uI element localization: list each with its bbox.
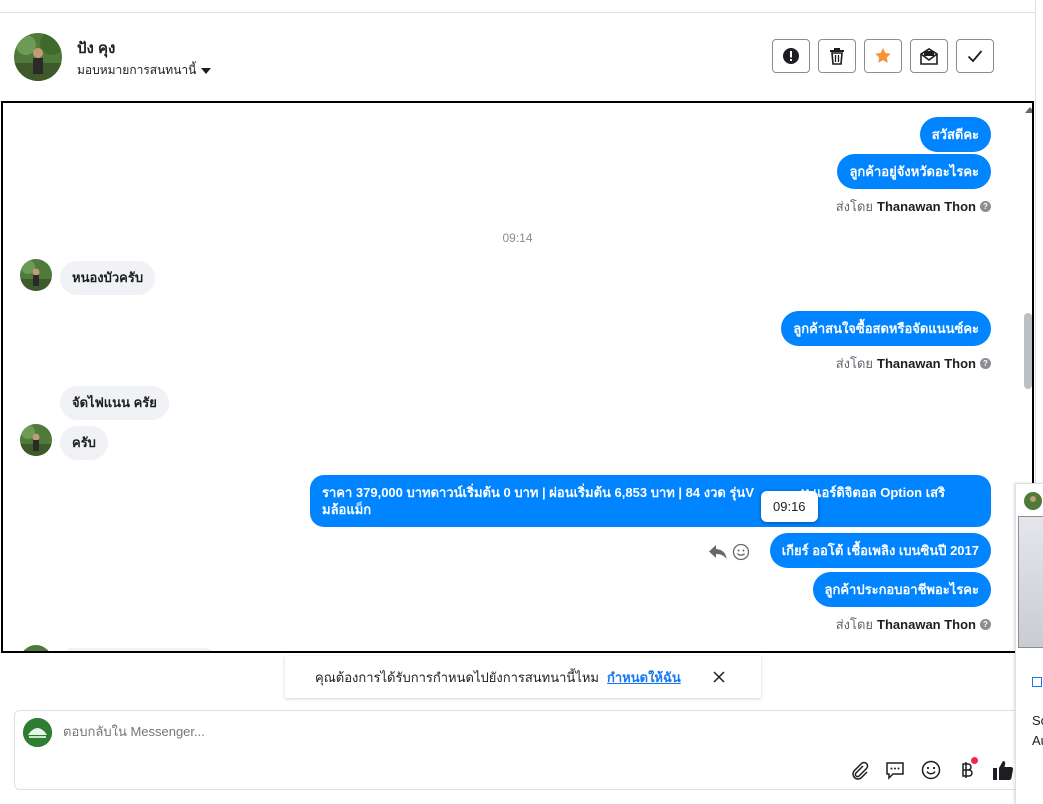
message-text: ราคา 379,000 บาทดาวน์เริ่มต้น 0 บาท | ผ่… xyxy=(322,485,754,500)
outgoing-message[interactable]: เกียร์ ออโต้ เชื้อเพลิง เบนซินปี 2017 xyxy=(769,533,991,568)
emoji-button[interactable] xyxy=(918,757,944,783)
side-text: So xyxy=(1032,713,1043,728)
help-icon[interactable]: ? xyxy=(980,619,991,630)
outgoing-message[interactable]: ลูกค้าอยู่จังหวัดอะไรคะ xyxy=(837,154,991,189)
thumbs-up-icon xyxy=(993,761,1014,781)
chat-bubble-icon xyxy=(886,762,904,780)
trash-icon xyxy=(830,48,844,65)
envelope-open-icon xyxy=(920,48,938,65)
contact-name: ปัง คุง xyxy=(77,40,116,57)
assign-label: มอบหมายการสนทนานี้ xyxy=(77,63,197,77)
report-spam-button[interactable] xyxy=(772,39,810,73)
reply-icon[interactable] xyxy=(708,543,728,561)
contact-avatar[interactable] xyxy=(14,33,62,81)
scroll-up-arrow-icon[interactable] xyxy=(1025,107,1032,113)
delete-button[interactable] xyxy=(818,39,856,73)
scrollbar-thumb[interactable] xyxy=(1024,313,1032,389)
reply-composer xyxy=(14,710,1024,790)
sent-by-prefix: ส่งโดย xyxy=(835,356,874,371)
agent-name: Thanawan Thon xyxy=(877,356,976,371)
paperclip-icon xyxy=(852,761,869,780)
side-text: Au xyxy=(1032,733,1043,748)
mark-unread-button[interactable] xyxy=(910,39,948,73)
message-thread[interactable]: สวัสดีคะ ลูกค้าอยู่จังหวัดอะไรคะ ส่งโดย … xyxy=(1,101,1034,653)
reply-input[interactable] xyxy=(63,724,763,739)
incoming-message-partial xyxy=(63,648,215,651)
side-icon xyxy=(1032,677,1042,687)
agent-name: Thanawan Thon xyxy=(877,617,976,632)
help-icon[interactable]: ? xyxy=(980,358,991,369)
like-button[interactable] xyxy=(990,757,1016,783)
emoji-icon xyxy=(921,760,941,780)
sent-by-label: ส่งโดย Thanawan Thon ? xyxy=(836,614,991,635)
top-divider xyxy=(0,12,1035,13)
incoming-message[interactable]: จัดไฟแนน ครัย xyxy=(60,386,169,420)
payment-button[interactable] xyxy=(954,757,980,783)
saved-replies-button[interactable] xyxy=(882,757,908,783)
timestamp-separator: 09:14 xyxy=(502,231,533,245)
caret-down-icon xyxy=(201,67,212,74)
side-avatar xyxy=(1024,492,1042,510)
assign-to-me-link[interactable]: กำหนดให้ฉัน xyxy=(607,667,681,688)
outgoing-message-long[interactable]: ราคา 379,000 บาทดาวน์เริ่มต้น 0 บาท | ผ่… xyxy=(310,475,991,527)
assign-notice: คุณต้องการได้รับการกำหนดไปยังการสนทนานี้… xyxy=(285,656,761,698)
message-text: ท แอร์ดิจิตอล Option เสริ xyxy=(800,485,946,500)
sender-avatar xyxy=(20,424,52,456)
side-image[interactable] xyxy=(1018,516,1043,648)
sent-by-prefix: ส่งโดย xyxy=(835,199,874,214)
sent-by-label: ส่งโดย Thanawan Thon ? xyxy=(836,196,991,217)
page-avatar xyxy=(23,718,52,747)
star-button[interactable] xyxy=(864,39,902,73)
close-icon[interactable] xyxy=(712,670,726,684)
outgoing-message[interactable]: สวัสดีคะ xyxy=(919,117,991,152)
outgoing-message[interactable]: ลูกค้าสนใจซื้อสดหรือจัดแนนซ์คะ xyxy=(781,311,991,346)
side-panel-partial: So Au xyxy=(1015,483,1043,804)
outgoing-message[interactable]: ลูกค้าประกอบอาชีพอะไรคะ xyxy=(812,572,991,607)
check-icon xyxy=(967,50,983,63)
emoji-reaction-icon[interactable] xyxy=(732,543,750,561)
timestamp-tooltip: 09:16 xyxy=(761,491,818,522)
sent-by-prefix: ส่งโดย xyxy=(835,617,874,632)
attach-button[interactable] xyxy=(846,757,872,783)
mark-done-button[interactable] xyxy=(956,39,994,73)
incoming-message[interactable]: ครับ xyxy=(60,426,108,460)
message-text: มล้อแม็ก xyxy=(322,502,372,517)
conversation-actions xyxy=(772,39,994,73)
composer-tools xyxy=(846,757,1016,783)
help-icon[interactable]: ? xyxy=(980,201,991,212)
message-hover-actions xyxy=(708,543,750,561)
agent-name: Thanawan Thon xyxy=(877,199,976,214)
exclamation-circle-icon xyxy=(783,48,799,64)
incoming-message[interactable]: หนองบัวครับ xyxy=(60,261,156,295)
star-icon xyxy=(875,48,891,63)
notification-dot xyxy=(971,757,978,764)
sender-avatar-partial xyxy=(20,645,52,651)
sent-by-label: ส่งโดย Thanawan Thon ? xyxy=(836,353,991,374)
notice-text: คุณต้องการได้รับการกำหนดไปยังการสนทนานี้… xyxy=(315,669,599,685)
sender-avatar xyxy=(20,259,52,291)
assign-dropdown[interactable]: มอบหมายการสนทนานี้ xyxy=(77,61,212,80)
